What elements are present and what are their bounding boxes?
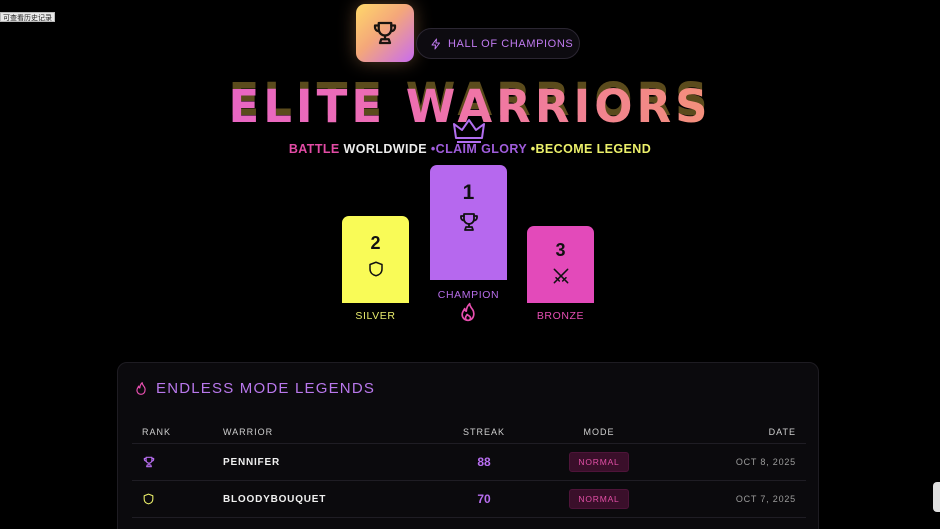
shield-icon [143,493,154,505]
mode-badge: NORMAL [569,452,629,472]
flame-icon [461,302,475,322]
table-header: RANK WARRIOR STREAK MODE DATE [132,421,806,443]
podium-rank-3: 3 [555,240,566,260]
scroll-handle[interactable] [933,482,940,512]
warrior-name: BLOODYBOUQUET [223,493,327,505]
trophy-icon [459,213,478,231]
tagline-claim-glory: •CLAIM GLORY [430,142,531,156]
column-warrior[interactable]: WARRIOR [223,421,423,443]
podium-label-champion: CHAMPION [437,289,500,301]
crown-icon [453,119,485,143]
mode-badge: NORMAL [569,489,629,509]
flame-icon [136,382,146,395]
column-streak[interactable]: STREAK [442,421,526,443]
rank-cell [142,444,182,480]
date-value: OCT 7, 2025 [735,494,796,504]
podium-rank-2: 2 [370,233,381,253]
tagline-worldwide: WORLDWIDE [343,142,431,156]
rank-cell [142,481,182,517]
column-mode[interactable]: MODE [557,421,641,443]
trophy-icon [373,21,397,45]
streak-value: 88 [477,455,491,469]
tagline-become-legend: •BECOME LEGEND [530,142,652,156]
table-row[interactable]: BLOODYBOUQUET 70 NORMAL OCT 7, 2025 [132,480,806,517]
leaderboard-title: ENDLESS MODE LEGENDS [156,380,376,397]
leaderboard-panel: ENDLESS MODE LEGENDS RANK WARRIOR STREAK… [117,362,819,529]
podium-first[interactable]: 1 [430,165,507,280]
date-value: OCT 8, 2025 [735,457,796,467]
podium-label-silver: SILVER [355,310,396,322]
tagline-battle: BATTLE [288,142,344,156]
lightning-icon [431,38,440,49]
tagline: BATTLE WORLDWIDE •CLAIM GLORY •BECOME LE… [0,142,940,156]
history-tooltip: 可查看历史记录 [0,12,55,22]
table-row-partial [132,517,806,529]
column-rank[interactable]: RANK [142,421,182,443]
podium-third[interactable]: 3 [527,226,594,303]
streak-value: 70 [477,492,491,506]
hall-of-champions-badge[interactable]: HALL OF CHAMPIONS [416,28,580,59]
podium-rank-1: 1 [462,181,475,204]
podium-second[interactable]: 2 [342,216,409,303]
crossed-swords-icon [553,268,568,284]
column-date[interactable]: DATE [676,421,796,443]
leaderboard-header: ENDLESS MODE LEGENDS [134,380,375,397]
trophy-icon [143,456,155,468]
shield-icon [368,261,383,277]
logo-trophy-badge [356,4,414,62]
hall-of-champions-label: HALL OF CHAMPIONS [448,37,574,50]
table-row[interactable]: PENNIFER 88 NORMAL OCT 8, 2025 [132,443,806,480]
warrior-name: PENNIFER [223,456,280,468]
podium-label-bronze: BRONZE [536,310,585,322]
